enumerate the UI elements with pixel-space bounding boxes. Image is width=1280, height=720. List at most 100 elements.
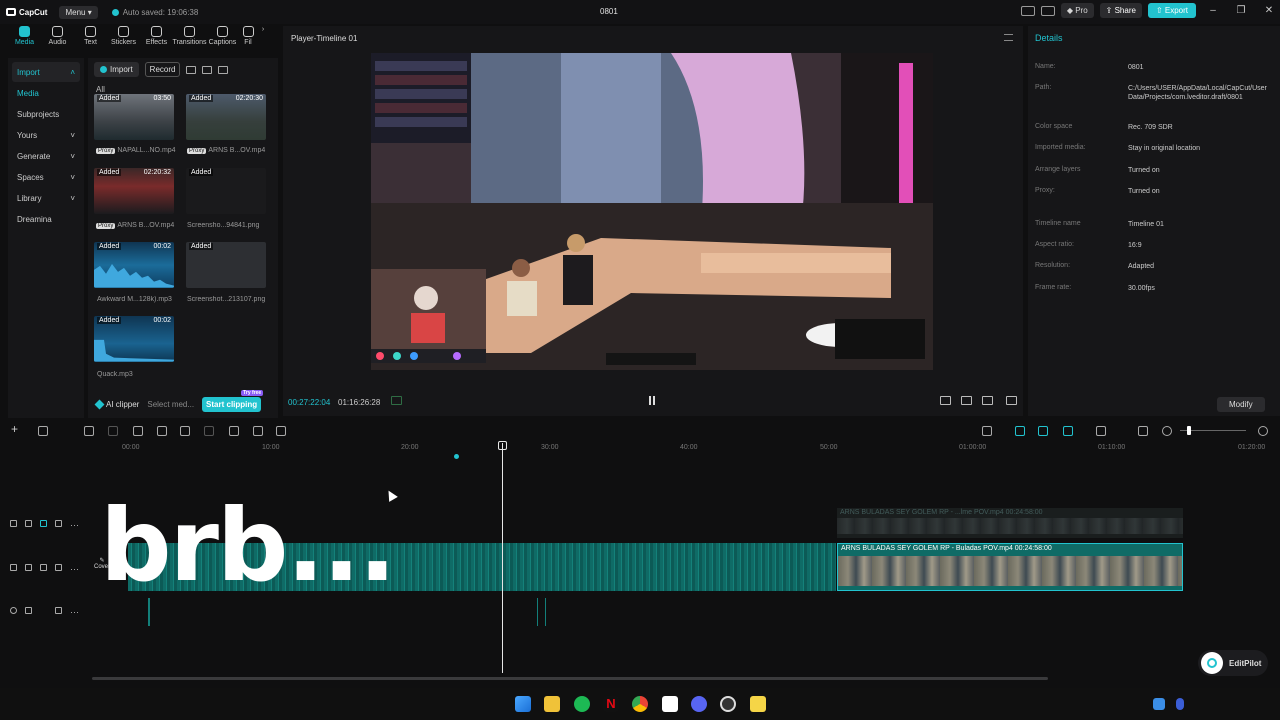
media-item[interactable]: Added — [186, 168, 266, 214]
waveform-toggle-icon[interactable] — [391, 396, 402, 405]
shortcuts-icon[interactable] — [1040, 5, 1055, 16]
nav-import[interactable]: Import ˄ — [12, 62, 80, 82]
tab-captions[interactable]: Captions — [206, 26, 239, 50]
grid-view-icon[interactable] — [186, 65, 197, 74]
record-button[interactable]: Record — [144, 62, 181, 77]
playhead-handle[interactable] — [498, 441, 507, 450]
tab-effects[interactable]: Effects — [140, 26, 173, 50]
time-ruler[interactable]: 00:00 10:00 20:00 30:00 40:00 50:00 01:0… — [0, 441, 1280, 455]
media-item[interactable]: Added 00:02 — [94, 242, 174, 288]
fullscreen-icon[interactable] — [1006, 396, 1017, 405]
editpilot-button[interactable]: EditPilot — [1198, 650, 1268, 676]
pro-button[interactable]: ◆ Pro — [1060, 3, 1094, 18]
spotify-icon[interactable] — [574, 696, 590, 712]
media-item[interactable]: Added — [186, 242, 266, 288]
audio-icon[interactable] — [55, 607, 62, 614]
start-clipping-button[interactable]: Start clipping Try free — [202, 389, 264, 412]
nav-library[interactable]: Library ˅ — [12, 188, 80, 208]
tab-transitions[interactable]: Transitions — [173, 26, 207, 50]
nav-spaces[interactable]: Spaces ˅ — [12, 167, 80, 187]
nav-subprojects[interactable]: Subprojects — [12, 104, 80, 124]
menu-button[interactable]: Menu ▾ — [59, 5, 98, 19]
tray-app-icon[interactable] — [1153, 698, 1165, 710]
lock-icon[interactable] — [25, 520, 32, 527]
edit-icon[interactable] — [276, 426, 286, 436]
playhead[interactable] — [502, 443, 503, 673]
player-menu-icon[interactable] — [1004, 34, 1013, 41]
netflix-icon[interactable]: N — [603, 696, 619, 712]
caption-view-icon[interactable] — [1138, 426, 1148, 436]
media-item[interactable]: Added 00:02 — [94, 316, 174, 362]
quality-icon[interactable] — [940, 396, 951, 405]
minimize-icon[interactable]: – — [1202, 5, 1224, 16]
more-icon[interactable]: ⋯ — [70, 520, 79, 530]
obs-icon[interactable] — [720, 696, 736, 712]
tab-text[interactable]: Text — [74, 26, 107, 50]
chrome-icon[interactable] — [632, 696, 648, 712]
split-right-icon[interactable] — [180, 426, 190, 436]
video-preview[interactable] — [371, 53, 933, 370]
capcut-taskbar-icon[interactable] — [662, 696, 678, 712]
snap-icon[interactable] — [1063, 426, 1073, 436]
zoom-out-icon[interactable] — [1162, 426, 1172, 436]
audio-icon[interactable] — [55, 564, 62, 571]
split-icon[interactable] — [133, 426, 143, 436]
preview-axis-icon[interactable] — [1038, 426, 1048, 436]
microphone-icon[interactable] — [982, 426, 992, 436]
media-item[interactable]: Added 02:20:32 — [94, 168, 174, 214]
layout-icon[interactable] — [1020, 5, 1035, 16]
lock-icon[interactable] — [25, 564, 32, 571]
audio-clip[interactable] — [545, 598, 546, 626]
sort-icon[interactable] — [202, 65, 213, 74]
ratio-icon[interactable] — [982, 396, 993, 405]
ghost-clip[interactable]: ARNS BULADAS SEY GOLEM RP - ...lme POV.m… — [837, 508, 1183, 538]
lock-icon[interactable] — [25, 607, 32, 614]
timeline-scrollbar[interactable] — [92, 677, 1048, 680]
delete-icon[interactable] — [204, 426, 214, 436]
import-button[interactable]: Import — [94, 62, 139, 77]
media-item[interactable]: Added 02:20:30 — [186, 94, 266, 140]
tabs-scroll-right[interactable]: › — [257, 26, 269, 50]
select-tool-icon[interactable] — [38, 426, 48, 436]
notes-icon[interactable] — [750, 696, 766, 712]
snapshot-icon[interactable] — [961, 396, 972, 405]
tray-mic-icon[interactable] — [1176, 698, 1184, 710]
ai-clipper-button[interactable]: AI clipper — [94, 399, 139, 409]
zoom-slider-handle[interactable] — [1187, 426, 1191, 435]
visibility-icon[interactable] — [40, 520, 47, 527]
modify-button[interactable]: Modify — [1217, 397, 1265, 412]
audio-icon[interactable] — [55, 520, 62, 527]
timeline-marker[interactable] — [454, 454, 459, 459]
undo-icon[interactable] — [84, 426, 94, 436]
compound-icon[interactable] — [1096, 426, 1106, 436]
discord-icon[interactable] — [691, 696, 707, 712]
marker-icon[interactable] — [229, 426, 239, 436]
nav-yours[interactable]: Yours ˅ — [12, 125, 80, 145]
audio-clip[interactable] — [537, 598, 538, 626]
tab-filters[interactable]: Fil — [239, 26, 257, 50]
tab-media[interactable]: Media — [8, 26, 41, 50]
nav-dreamina[interactable]: Dreamina — [12, 209, 80, 229]
zoom-in-icon[interactable] — [1258, 426, 1268, 436]
add-track-icon[interactable]: + — [11, 422, 21, 436]
freeze-icon[interactable] — [253, 426, 263, 436]
file-explorer-icon[interactable] — [544, 696, 560, 712]
share-button[interactable]: ⇪ Share — [1099, 3, 1142, 18]
nav-media[interactable]: Media — [12, 83, 80, 103]
visibility-icon[interactable] — [40, 564, 47, 571]
video-clip-selected[interactable]: ARNS BULADAS SEY GOLEM RP - Buladas POV.… — [837, 543, 1183, 591]
filter-icon[interactable] — [218, 65, 229, 74]
nav-generate[interactable]: Generate ˅ — [12, 146, 80, 166]
pause-icon[interactable] — [649, 396, 655, 405]
maximize-icon[interactable]: ❐ — [1230, 5, 1252, 16]
media-item[interactable]: Added 03:50 — [94, 94, 174, 140]
close-icon[interactable]: ✕ — [1258, 5, 1280, 16]
split-left-icon[interactable] — [157, 426, 167, 436]
tab-audio[interactable]: Audio — [41, 26, 74, 50]
link-icon[interactable] — [1015, 426, 1025, 436]
redo-icon[interactable] — [108, 426, 118, 436]
more-icon[interactable]: ⋯ — [70, 607, 79, 617]
tab-stickers[interactable]: Stickers — [107, 26, 140, 50]
export-button[interactable]: ⇧ Export — [1147, 3, 1196, 18]
more-icon[interactable]: ⋯ — [70, 564, 79, 574]
